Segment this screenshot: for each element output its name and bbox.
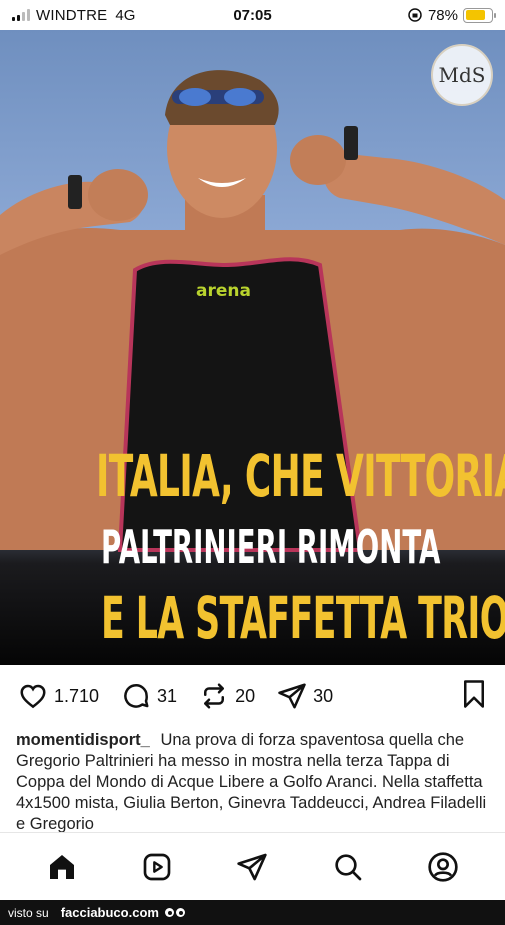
save-button[interactable] [461, 679, 487, 714]
headline-line-2: PALTRINIERI RIMONTA [101, 520, 441, 574]
repost-button[interactable]: 20 [199, 681, 255, 711]
comment-count: 31 [157, 685, 178, 706]
status-bar: WINDTRE 4G 07:05 78% [0, 0, 505, 30]
bottom-nav [0, 832, 505, 900]
home-icon[interactable] [46, 851, 78, 883]
visto-su-label: visto su [8, 905, 49, 920]
battery-icon [463, 7, 496, 23]
mds-watermark: MdS [431, 44, 493, 106]
post-action-bar: 1.710 31 20 30 [0, 665, 505, 727]
send-icon[interactable] [236, 851, 268, 883]
signal-icon [12, 9, 30, 21]
orientation-lock-icon [408, 8, 422, 22]
reels-icon[interactable] [141, 851, 173, 883]
battery-percent: 78% [427, 6, 458, 24]
heart-icon [20, 684, 46, 709]
send-icon [278, 683, 306, 709]
carrier-name: WINDTRE [36, 6, 108, 24]
arena-logo: arena [196, 281, 251, 301]
search-icon[interactable] [332, 851, 364, 883]
comment-button[interactable]: 31 [121, 681, 177, 711]
profile-icon[interactable] [427, 851, 459, 883]
repost-count: 20 [235, 685, 256, 706]
facciabuco-footer: visto su facciabuco.com [0, 900, 505, 925]
eyes-logo-icon [164, 908, 185, 917]
post-image[interactable]: MdS arena ITALIA, CHE VITTORIA! PALTRINI… [0, 30, 505, 665]
site-name[interactable]: facciabuco.com [61, 905, 159, 920]
comment-icon [124, 684, 149, 708]
share-count: 30 [313, 685, 334, 706]
repost-icon [204, 683, 225, 709]
like-count: 1.710 [54, 685, 100, 706]
caption-username[interactable]: momentidisport_ [16, 731, 150, 749]
like-button[interactable]: 1.710 [18, 681, 99, 711]
post-caption: momentidisport_ Una prova di forza spave… [16, 730, 492, 832]
headline-line-3: E LA STAFFETTA TRIONFA [101, 584, 505, 652]
network-type: 4G [115, 6, 136, 24]
share-button[interactable]: 30 [277, 681, 333, 711]
headline-line-1: ITALIA, CHE VITTORIA! [95, 442, 505, 510]
bookmark-icon [464, 679, 484, 708]
